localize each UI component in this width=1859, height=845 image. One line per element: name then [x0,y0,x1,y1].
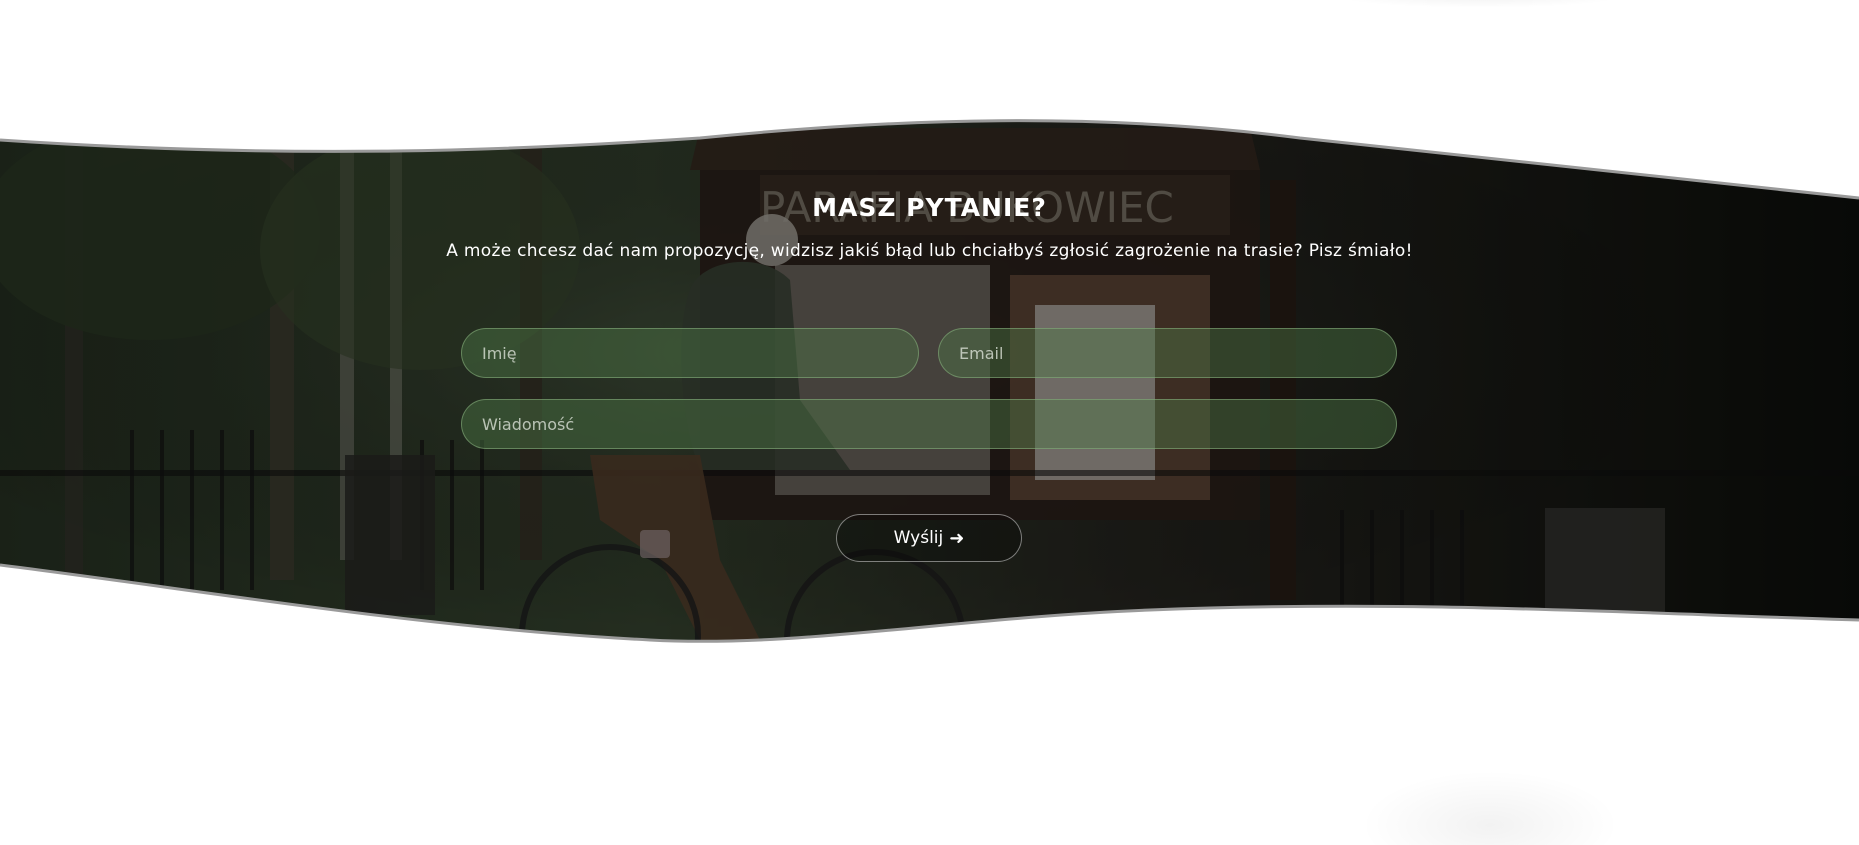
section-subtitle: A może chcesz dać nam propozycję, widzis… [446,241,1413,261]
page: PARAFIA BUKOWIEC MASZ PYTANIE? A może ch… [0,0,1859,845]
section-heading: MASZ PYTANIE? [812,193,1047,222]
send-button[interactable]: Wyślij ➜ [836,514,1022,562]
message-input[interactable] [461,399,1397,449]
name-input[interactable] [461,328,919,378]
arrow-right-icon: ➜ [949,527,965,549]
send-button-label: Wyślij [893,528,944,548]
email-input[interactable] [938,328,1397,378]
contact-section: MASZ PYTANIE? A może chcesz dać nam prop… [0,0,1859,845]
